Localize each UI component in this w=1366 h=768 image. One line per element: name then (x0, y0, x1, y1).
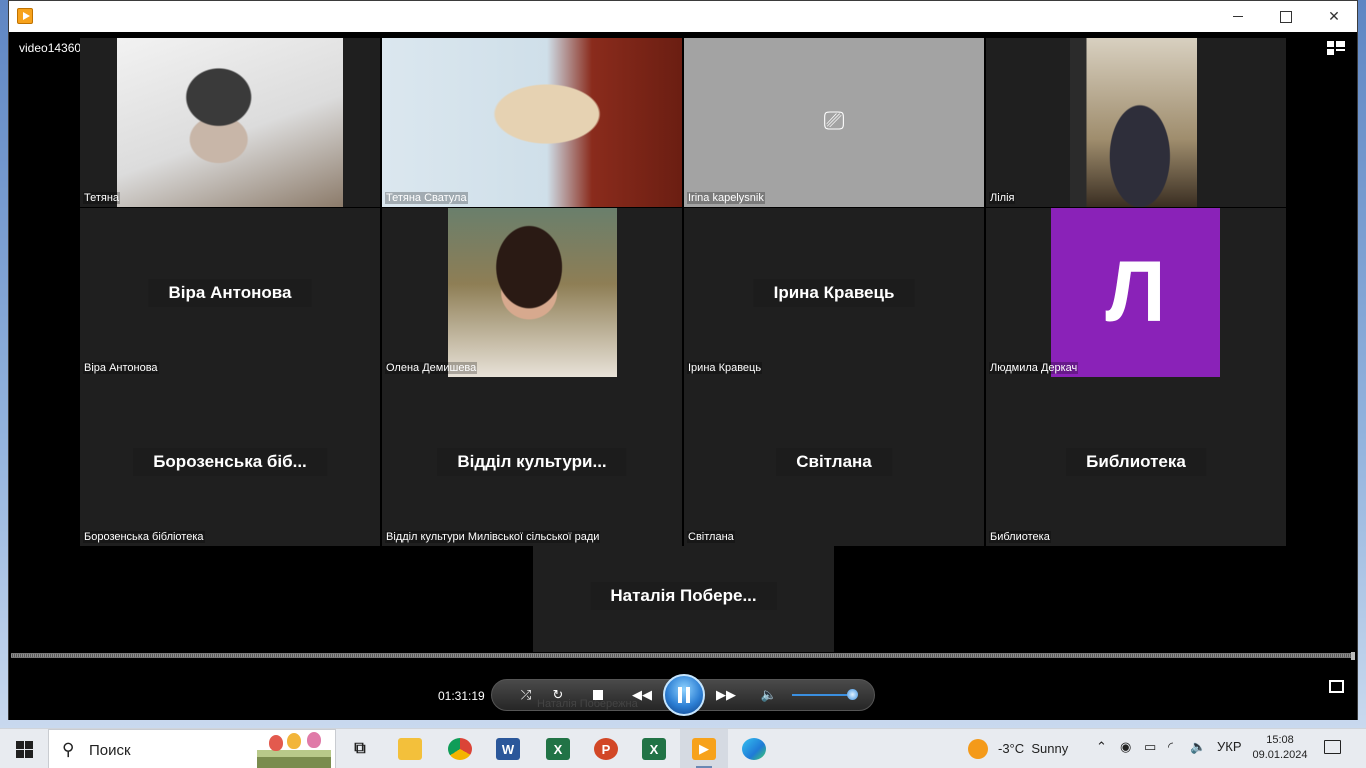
taskbar-search[interactable]: ⚲ Поиск (48, 729, 336, 768)
weather-sun-icon[interactable] (968, 739, 988, 759)
media-player-app-icon (17, 8, 33, 24)
search-placeholder: Поиск (89, 742, 131, 759)
participant-center-name: Відділ культури... (437, 447, 627, 476)
clock-time: 15:08 (1266, 734, 1294, 746)
participant-tile-tetiana-svatula: Тетяна Сватула (382, 38, 682, 207)
participant-center-name: Віра Антонова (148, 278, 312, 307)
excel-icon-2[interactable]: X (630, 729, 678, 768)
participant-tile-nataliia: Наталія Побере... (533, 546, 834, 652)
participant-name: Борозенська бібліотека (83, 531, 205, 543)
show-hidden-icons-chevron-icon[interactable]: ⌃ (1096, 739, 1107, 755)
repeat-icon[interactable]: ↻ (547, 684, 569, 706)
rewind-icon[interactable]: ◀◀ (629, 684, 655, 706)
taskbar-clock[interactable]: 15:08 09.01.2024 (1252, 733, 1308, 763)
clock-date: 09.01.2024 (1252, 749, 1308, 761)
shuffle-icon[interactable]: ⤮ (515, 684, 537, 706)
weather-temp: -3°C (998, 741, 1025, 756)
participant-name: Библиотека (989, 531, 1051, 543)
search-highlight-art (257, 732, 331, 768)
video-area[interactable]: video1436052698 Тетяна Тетяна Сватула ⎚ … (9, 32, 1357, 652)
word-icon[interactable]: W (484, 729, 532, 768)
participant-video (1070, 38, 1197, 207)
fullscreen-icon[interactable] (1329, 680, 1344, 693)
participant-tile-iryna-kravets: Ірина Кравець Ірина Кравець (684, 208, 984, 377)
elapsed-time: 01:31:19 (438, 689, 485, 703)
participant-name: Олена Демишева (385, 362, 478, 374)
participant-center-name: Світлана (776, 447, 892, 476)
participant-tile-biblioteka: Библиотека Библиотека (986, 377, 1286, 546)
participant-video (117, 38, 343, 207)
maximize-button[interactable] (1263, 1, 1309, 32)
volume-handle[interactable] (847, 689, 858, 700)
search-icon: ⚲ (62, 740, 75, 759)
fast-forward-icon[interactable]: ▶▶ (713, 684, 739, 706)
task-view-icon[interactable]: ⧉ (336, 729, 384, 768)
mute-icon[interactable]: 🔈 (758, 684, 780, 706)
participant-name: Irina kapelysnik (687, 192, 765, 204)
volume-tray-icon[interactable]: 🔈 (1190, 739, 1206, 755)
participant-tile-olena: Олена Демишева (382, 208, 682, 377)
participant-tile-vira: Віра Антонова Віра Антонова (80, 208, 380, 377)
windows-start-icon[interactable] (16, 741, 33, 758)
title-bar: ✕ (9, 1, 1357, 32)
media-player-taskbar-icon[interactable]: ▶ (680, 729, 728, 768)
close-button[interactable]: ✕ (1311, 1, 1357, 32)
language-indicator[interactable]: УКР (1217, 739, 1242, 754)
file-explorer-icon[interactable] (386, 729, 434, 768)
participant-center-name: Наталія Побере... (590, 582, 777, 610)
wifi-icon[interactable]: ◜ (1168, 739, 1173, 755)
webcam-icon[interactable]: ◉ (1120, 739, 1131, 755)
participant-tile-liudmyla: Л Людмила Деркач (986, 208, 1286, 377)
participant-tile-svitlana: Світлана Світлана (684, 377, 984, 546)
excel-icon[interactable]: X (534, 729, 582, 768)
stop-icon[interactable] (587, 684, 609, 706)
pause-icon[interactable] (663, 674, 705, 716)
participant-center-name: Библиотека (1066, 447, 1206, 476)
minimize-button[interactable] (1215, 1, 1261, 32)
participant-video (382, 38, 682, 207)
participant-name: Людмила Деркач (989, 362, 1079, 374)
camera-off-icon: ⎚ (823, 104, 845, 135)
participant-name: Відділ культури Милівської сільської рад… (385, 531, 601, 543)
media-player-window: ✕ video1436052698 Тетяна Тетяна Сватула … (8, 0, 1358, 720)
participant-center-name: Ірина Кравець (753, 278, 915, 307)
participant-name: Віра Антонова (83, 362, 159, 374)
participant-name: Лілія (989, 192, 1016, 204)
notifications-icon[interactable] (1324, 740, 1341, 754)
participant-tile-borozenska: Борозенська біб... Борозенська бібліотек… (80, 377, 380, 546)
weather-widget[interactable]: -3°C Sunny (998, 741, 1068, 756)
participant-video (448, 208, 617, 377)
playback-controls: 01:31:19 Наталія Побережна ⤮ ↻ ◀◀ ▶▶ 🔈 (9, 660, 1357, 720)
participant-name: Світлана (687, 531, 735, 543)
weather-condition: Sunny (1031, 741, 1069, 756)
participant-name: Тетяна Сватула (385, 192, 468, 204)
taskbar: ⚲ Поиск ⧉ W X P X ▶ -3°C Sunny ⌃ ◉ ▭ ◜ 🔈… (0, 728, 1366, 768)
switch-layout-icon[interactable] (1327, 41, 1345, 55)
participant-name: Ірина Кравець (687, 362, 763, 374)
battery-icon[interactable]: ▭ (1144, 739, 1156, 755)
powerpoint-icon[interactable]: P (582, 729, 630, 768)
seek-bar[interactable] (11, 652, 1355, 661)
participant-name: Тетяна (83, 192, 121, 204)
participant-tile-tetiana: Тетяна (80, 38, 380, 207)
participant-tile-irina-kapelysnik: ⎚ Irina kapelysnik (684, 38, 984, 207)
chrome-icon[interactable] (436, 729, 484, 768)
edge-icon[interactable] (730, 729, 778, 768)
participant-center-name: Борозенська біб... (133, 447, 327, 476)
participant-tile-liliia: Лілія (986, 38, 1286, 207)
participant-avatar: Л (1051, 208, 1220, 377)
participant-tile-viddil-kultury: Відділ культури... Відділ культури Милів… (382, 377, 682, 546)
